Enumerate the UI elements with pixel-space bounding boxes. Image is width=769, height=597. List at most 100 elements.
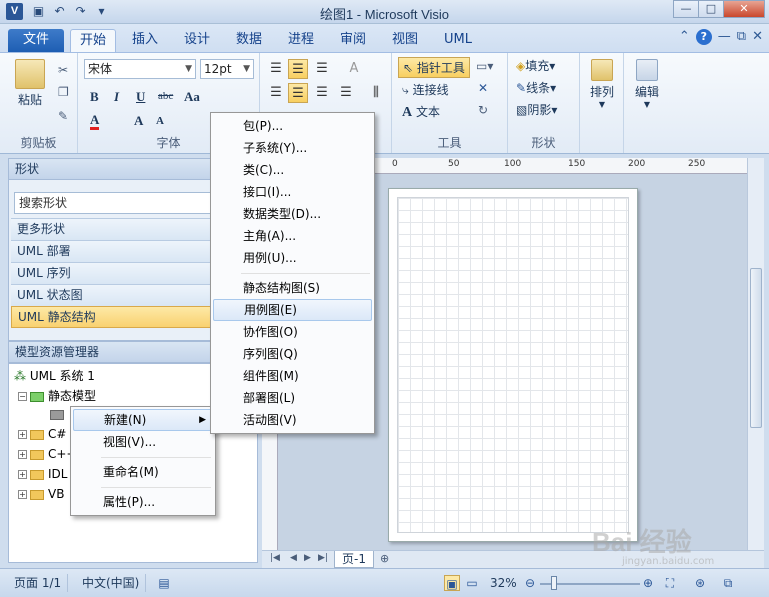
menu-item-new[interactable]: 新建(N) ▶ bbox=[73, 409, 213, 431]
justify-icon[interactable]: ☰ bbox=[336, 83, 356, 103]
underline-button[interactable]: U bbox=[136, 89, 145, 105]
submenu-item-deployment-diagram[interactable]: 部署图(L) bbox=[213, 387, 295, 409]
submenu-item-static-structure-diagram[interactable]: 静态结构图(S) bbox=[213, 277, 320, 299]
strikethrough-button[interactable]: abc bbox=[158, 90, 173, 102]
bold-button[interactable]: B bbox=[90, 89, 99, 105]
tab-data[interactable]: 数据 bbox=[228, 29, 270, 52]
align-middle-icon[interactable]: ☰ bbox=[288, 59, 308, 79]
vertical-scrollbar[interactable] bbox=[747, 158, 764, 550]
change-case-button[interactable]: Aa bbox=[184, 89, 200, 105]
pan-zoom-icon[interactable]: ⊛ bbox=[692, 575, 708, 591]
edit-button[interactable]: 编辑 ▼ bbox=[630, 59, 664, 109]
shrink-font-button[interactable]: A bbox=[156, 115, 164, 127]
font-size-select[interactable]: 12pt ▼ bbox=[200, 59, 254, 79]
submenu-item-interface[interactable]: 接口(I)... bbox=[213, 181, 291, 203]
copy-icon[interactable]: ❐ bbox=[58, 85, 69, 99]
tree-package-csharp[interactable]: + C# bbox=[18, 427, 66, 441]
switch-windows-icon[interactable]: ⧉ bbox=[720, 575, 736, 591]
shadow-button[interactable]: ▧阴影▾ bbox=[516, 101, 557, 118]
close-button[interactable]: ✕ bbox=[723, 0, 765, 18]
maximize-button[interactable]: □ bbox=[698, 0, 724, 18]
status-page-number[interactable]: 页面 1/1 bbox=[8, 574, 69, 592]
first-page-icon[interactable]: |◀ bbox=[270, 553, 280, 563]
normal-view-icon[interactable]: ▣ bbox=[444, 575, 460, 591]
scroll-thumb[interactable] bbox=[750, 268, 762, 428]
text-size-icon[interactable]: A bbox=[344, 59, 364, 79]
tab-uml[interactable]: UML bbox=[436, 29, 480, 52]
minimize-button[interactable]: — bbox=[673, 0, 699, 18]
format-painter-icon[interactable]: ✎ bbox=[58, 109, 68, 123]
window-doc-icon[interactable]: ⧉ bbox=[737, 29, 746, 45]
tab-view[interactable]: 视图 bbox=[384, 29, 426, 52]
line-button[interactable]: ✎线条▾ bbox=[516, 79, 556, 96]
tree-static-model[interactable]: − 静态模型 bbox=[18, 387, 96, 404]
align-right-icon[interactable]: ☰ bbox=[312, 83, 332, 103]
help-icon[interactable]: ? bbox=[695, 29, 712, 45]
submenu-item-subsystem[interactable]: 子系统(Y)... bbox=[213, 137, 307, 159]
tree-package-idl[interactable]: + IDL bbox=[18, 467, 67, 481]
expand-icon[interactable]: + bbox=[18, 490, 27, 499]
tab-home[interactable]: 开始 bbox=[70, 29, 116, 52]
submenu-item-class[interactable]: 类(C)... bbox=[213, 159, 284, 181]
cut-icon[interactable]: ✂ bbox=[58, 63, 68, 77]
submenu-item-usecase[interactable]: 用例(U)... bbox=[213, 247, 297, 269]
tree-new-package[interactable] bbox=[50, 407, 68, 421]
fill-button[interactable]: ◈填充▾ bbox=[516, 57, 555, 74]
italic-button[interactable]: I bbox=[114, 89, 119, 105]
arrange-button[interactable]: 排列 ▼ bbox=[586, 59, 618, 109]
collapse-icon[interactable]: − bbox=[18, 392, 27, 401]
align-center-icon[interactable]: ☰ bbox=[288, 83, 308, 103]
status-language[interactable]: 中文(中国) bbox=[76, 574, 147, 592]
zoom-level[interactable]: 32% bbox=[490, 574, 517, 592]
restore-doc-icon[interactable]: — bbox=[718, 29, 731, 45]
search-shapes-input[interactable]: 搜索形状 bbox=[14, 192, 214, 214]
expand-icon[interactable]: + bbox=[18, 450, 27, 459]
tab-design[interactable]: 设计 bbox=[176, 29, 218, 52]
font-family-select[interactable]: 宋体 ▼ bbox=[84, 59, 196, 79]
last-page-icon[interactable]: ▶| bbox=[318, 553, 328, 563]
menu-item-view[interactable]: 视图(V)... bbox=[73, 431, 213, 453]
page-tab-1[interactable]: 页-1 bbox=[334, 551, 374, 568]
text-tool-button[interactable]: A 文本 bbox=[402, 103, 440, 121]
submenu-item-sequence-diagram[interactable]: 序列图(Q) bbox=[213, 343, 298, 365]
pointer-tool-button[interactable]: ⇖ 指针工具 bbox=[398, 57, 470, 78]
submenu-item-usecase-diagram[interactable]: 用例图(E) bbox=[213, 299, 372, 321]
zoom-in-icon[interactable]: ⊕ bbox=[640, 575, 656, 591]
connector-button[interactable]: ⤷ 连接线 bbox=[402, 81, 449, 98]
menu-item-rename[interactable]: 重命名(M) bbox=[73, 461, 213, 483]
prev-page-icon[interactable]: ◀ bbox=[290, 553, 297, 563]
macro-record-icon[interactable]: ▤ bbox=[156, 575, 172, 591]
font-color-button[interactable]: A bbox=[90, 113, 100, 130]
connection-point-icon[interactable]: ✕ bbox=[478, 81, 488, 95]
zoom-slider-thumb[interactable] bbox=[551, 576, 557, 590]
zoom-out-icon[interactable]: ⊖ bbox=[522, 575, 538, 591]
tab-review[interactable]: 审阅 bbox=[332, 29, 374, 52]
submenu-item-datatype[interactable]: 数据类型(D)... bbox=[213, 203, 321, 225]
paste-button[interactable]: 粘贴 bbox=[10, 59, 50, 108]
fit-page-icon[interactable]: ⛶ bbox=[662, 575, 678, 591]
rotate-icon[interactable]: ↻ bbox=[478, 103, 488, 117]
menu-item-properties[interactable]: 属性(P)... bbox=[73, 491, 213, 513]
expand-icon[interactable]: + bbox=[18, 430, 27, 439]
tab-process[interactable]: 进程 bbox=[280, 29, 322, 52]
submenu-item-package[interactable]: 包(P)... bbox=[213, 115, 283, 137]
rectangle-icon[interactable]: ▭▾ bbox=[476, 59, 493, 73]
tab-insert[interactable]: 插入 bbox=[124, 29, 166, 52]
align-bottom-icon[interactable]: ☰ bbox=[312, 59, 332, 79]
align-left-icon[interactable]: ☰ bbox=[266, 83, 286, 103]
submenu-item-component-diagram[interactable]: 组件图(M) bbox=[213, 365, 299, 387]
text-direction-icon[interactable]: ⫼ bbox=[366, 83, 386, 103]
tree-package-cpp[interactable]: + C++ bbox=[18, 447, 77, 461]
grow-font-button[interactable]: A bbox=[134, 113, 143, 129]
drawing-page[interactable] bbox=[388, 188, 638, 542]
close-doc-icon[interactable]: ✕ bbox=[752, 29, 763, 45]
insert-page-icon[interactable]: ⊕ bbox=[380, 552, 389, 565]
next-page-icon[interactable]: ▶ bbox=[304, 553, 311, 563]
minimize-ribbon-icon[interactable]: ⌃ bbox=[679, 29, 690, 45]
fullscreen-view-icon[interactable]: ▭ bbox=[464, 575, 480, 591]
expand-icon[interactable]: + bbox=[18, 470, 27, 479]
tab-file[interactable]: 文件 bbox=[8, 29, 64, 52]
tree-root[interactable]: ⁂ UML 系统 1 bbox=[14, 367, 95, 384]
tree-package-vb[interactable]: + VB bbox=[18, 487, 64, 501]
submenu-item-activity-diagram[interactable]: 活动图(V) bbox=[213, 409, 297, 431]
